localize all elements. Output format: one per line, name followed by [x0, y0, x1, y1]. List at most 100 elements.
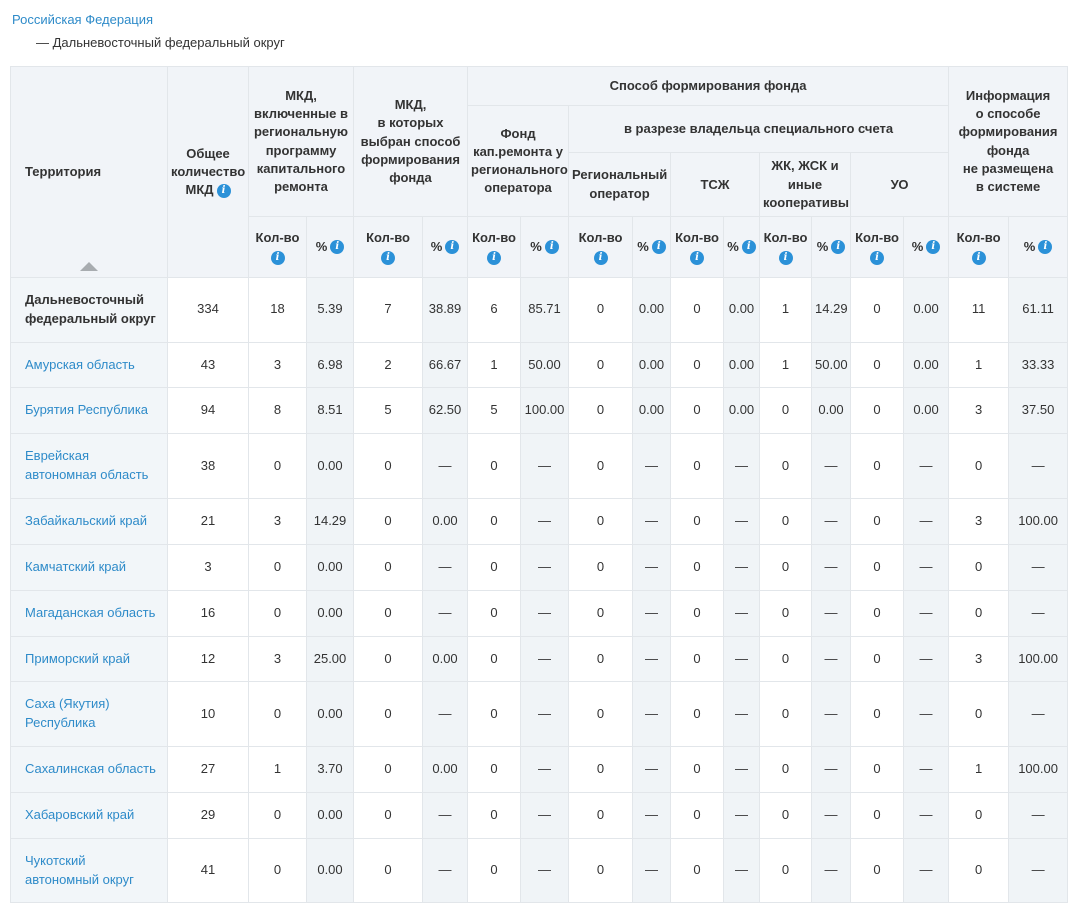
total-mkd-cell: 12 — [168, 636, 249, 682]
qty-cell: 0 — [249, 838, 307, 903]
territory-link[interactable]: Бурятия Республика — [25, 402, 148, 417]
qty-label: Кол-во — [572, 229, 629, 247]
info-icon[interactable]: i — [972, 251, 986, 265]
pct-cell: 0.00 — [724, 388, 760, 434]
qty-header: Кол-во i — [569, 216, 633, 277]
qty-cell: 0 — [354, 838, 423, 903]
pct-cell: — — [633, 747, 671, 793]
qty-cell: 1 — [468, 342, 521, 388]
qty-cell: 0 — [468, 590, 521, 636]
qty-cell: 0 — [354, 544, 423, 590]
info-icon[interactable]: i — [271, 251, 285, 265]
info-icon[interactable]: i — [742, 240, 756, 254]
qty-cell: 0 — [949, 590, 1009, 636]
qty-cell: 0 — [249, 434, 307, 499]
territory-link[interactable]: Камчатский край — [25, 559, 126, 574]
territory-link[interactable]: Сахалинская область — [25, 761, 156, 776]
territory-link[interactable]: Еврейская автономная область — [25, 448, 148, 482]
column-header-uo: УО — [851, 153, 949, 217]
pct-cell: 0.00 — [904, 342, 949, 388]
qty-header: Кол-воi — [249, 216, 307, 277]
qty-cell: 0 — [569, 636, 633, 682]
qty-cell: 0 — [249, 682, 307, 747]
territory-cell: Чукотский автономный округ — [11, 838, 168, 903]
table-row: Саха (Якутия) Республика1000.000—0—0—0—0… — [11, 682, 1068, 747]
pct-cell: — — [904, 590, 949, 636]
info-icon[interactable]: i — [445, 240, 459, 254]
pct-cell: 33.33 — [1009, 342, 1068, 388]
qty-cell: 2 — [354, 342, 423, 388]
qty-cell: 8 — [249, 388, 307, 434]
pct-cell: 0.00 — [904, 277, 949, 342]
info-icon[interactable]: i — [870, 251, 884, 265]
column-header-info-not-in-system: Информация о способе формирования фонда … — [949, 67, 1068, 217]
table-row: Чукотский автономный округ4100.000—0—0—0… — [11, 838, 1068, 903]
pct-cell: — — [904, 747, 949, 793]
info-icon[interactable]: i — [831, 240, 845, 254]
qty-cell: 0 — [249, 544, 307, 590]
qty-cell: 0 — [354, 792, 423, 838]
pct-cell: — — [724, 434, 760, 499]
qty-cell: 3 — [249, 636, 307, 682]
pct-cell: 0.00 — [307, 590, 354, 636]
info-icon[interactable]: i — [594, 251, 608, 265]
pct-cell: 85.71 — [521, 277, 569, 342]
table-row: Амурская область4336.98266.67150.0000.00… — [11, 342, 1068, 388]
qty-cell: 0 — [671, 590, 724, 636]
qty-cell: 0 — [354, 499, 423, 545]
pct-cell: — — [633, 434, 671, 499]
qty-cell: 3 — [949, 636, 1009, 682]
pct-header: %i — [521, 216, 569, 277]
qty-cell: 0 — [468, 792, 521, 838]
territory-link[interactable]: Хабаровский край — [25, 807, 134, 822]
info-icon[interactable]: i — [690, 251, 704, 265]
pct-cell: 0.00 — [812, 388, 851, 434]
pct-cell: 100.00 — [1009, 747, 1068, 793]
pct-cell: — — [812, 792, 851, 838]
pct-label: % — [637, 239, 649, 254]
qty-cell: 0 — [569, 838, 633, 903]
territory-link[interactable]: Саха (Якутия) Республика — [25, 696, 110, 730]
qty-cell: 0 — [468, 544, 521, 590]
territory-link[interactable]: Приморский край — [25, 651, 130, 666]
sort-asc-icon[interactable] — [80, 262, 98, 271]
territory-link[interactable]: Амурская область — [25, 357, 135, 372]
pct-cell: — — [812, 636, 851, 682]
qty-cell: 0 — [569, 792, 633, 838]
total-mkd-cell: 10 — [168, 682, 249, 747]
column-header-method-chosen: МКД, в которых выбран способ формировани… — [354, 67, 468, 217]
pct-header: %i — [307, 216, 354, 277]
territory-header-label: Территория — [25, 164, 101, 179]
info-icon[interactable]: i — [652, 240, 666, 254]
info-icon[interactable]: i — [330, 240, 344, 254]
qty-cell: 0 — [671, 434, 724, 499]
pct-cell: — — [904, 792, 949, 838]
territory-link[interactable]: Чукотский автономный округ — [25, 853, 134, 887]
territory-link[interactable]: Магаданская область — [25, 605, 155, 620]
column-header-territory[interactable]: Территория — [11, 67, 168, 278]
pct-cell: — — [904, 434, 949, 499]
info-icon[interactable]: i — [779, 251, 793, 265]
pct-cell: — — [521, 590, 569, 636]
pct-cell: — — [521, 747, 569, 793]
breadcrumb-link-russia[interactable]: Российская Федерация — [12, 12, 153, 27]
column-header-fund-at-regional-operator: Фонд кап.ремонта у регионального операто… — [468, 106, 569, 217]
table-row: Магаданская область1600.000—0—0—0—0—0—0— — [11, 590, 1068, 636]
info-icon[interactable]: i — [926, 240, 940, 254]
qty-cell: 0 — [671, 838, 724, 903]
info-icon[interactable]: i — [1038, 240, 1052, 254]
qty-header: Кол-воi — [760, 216, 812, 277]
info-icon[interactable]: i — [487, 251, 501, 265]
info-icon[interactable]: i — [381, 251, 395, 265]
info-icon[interactable]: i — [545, 240, 559, 254]
qty-cell: 0 — [851, 434, 904, 499]
info-icon[interactable]: i — [217, 184, 231, 198]
table-row: Камчатский край300.000—0—0—0—0—0—0— — [11, 544, 1068, 590]
territory-cell: Еврейская автономная область — [11, 434, 168, 499]
qty-cell: 0 — [569, 434, 633, 499]
pct-cell: — — [812, 590, 851, 636]
territory-link[interactable]: Забайкальский край — [25, 513, 147, 528]
qty-cell: 0 — [949, 682, 1009, 747]
pct-header: %i — [1009, 216, 1068, 277]
pct-header: %i — [724, 216, 760, 277]
